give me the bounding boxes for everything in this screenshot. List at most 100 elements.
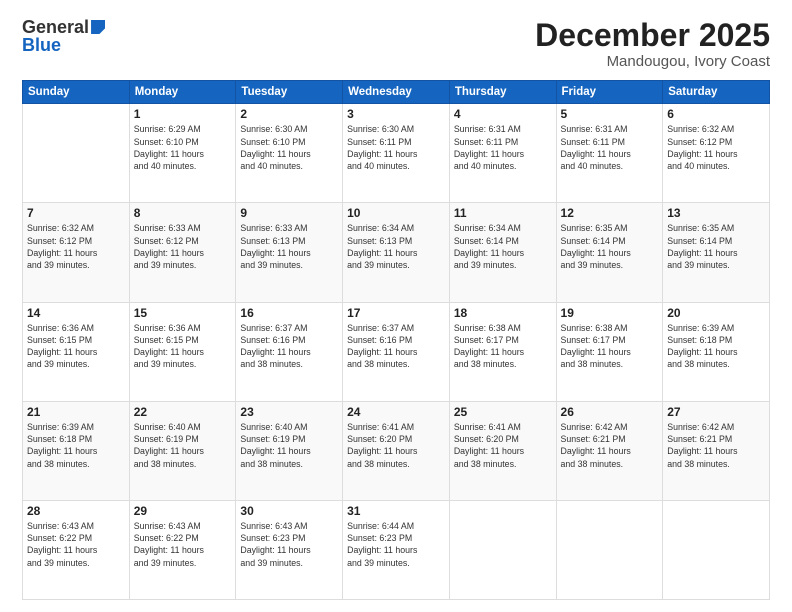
title-month: December 2025 (535, 18, 770, 53)
calendar-cell: 4Sunrise: 6:31 AM Sunset: 6:11 PM Daylig… (449, 104, 556, 203)
calendar-cell: 29Sunrise: 6:43 AM Sunset: 6:22 PM Dayli… (129, 500, 236, 599)
day-number: 1 (134, 107, 232, 121)
calendar-cell: 13 Sunrise: 6:35 AM Sunset: 6:14 PM Dayli… (663, 203, 770, 302)
calendar-cell: 30Sunrise: 6:43 AM Sunset: 6:23 PM Dayli… (236, 500, 343, 599)
day-info: Sunrise: 6:31 AM Sunset: 6:11 PM Dayligh… (454, 124, 524, 171)
day-info: Sunrise: 6:38 AM Sunset: 6:17 PM Dayligh… (561, 323, 631, 370)
calendar-week-1: 1 Sunrise: 6:29 AM Sunset: 6:10 PM Daylig… (23, 104, 770, 203)
day-info: Sunrise: 6:34 AM Sunset: 6:13 PM Dayligh… (347, 223, 417, 270)
day-number: 13 (667, 206, 765, 220)
day-info: Sunrise: 6:40 AM Sunset: 6:19 PM Dayligh… (240, 422, 310, 469)
calendar-cell: 12 Sunrise: 6:35 AM Sunset: 6:14 PM Dayli… (556, 203, 663, 302)
col-sunday: Sunday (23, 81, 130, 104)
day-number: 18 (454, 306, 552, 320)
day-info: Sunrise: 6:44 AM Sunset: 6:23 PM Dayligh… (347, 521, 417, 568)
day-number: 3 (347, 107, 445, 121)
day-info: Sunrise: 6:29 AM Sunset: 6:10 PM Dayligh… (134, 124, 204, 171)
day-info: Sunrise: 6:43 AM Sunset: 6:23 PM Dayligh… (240, 521, 310, 568)
day-number: 27 (667, 405, 765, 419)
page: General Blue December 2025 Mandougou, Iv… (0, 0, 792, 612)
calendar-week-5: 28 Sunrise: 6:43 AM Sunset: 6:22 PM Dayli… (23, 500, 770, 599)
day-number: 17 (347, 306, 445, 320)
calendar-cell: 2Sunrise: 6:30 AM Sunset: 6:10 PM Daylig… (236, 104, 343, 203)
calendar-cell: 25 Sunrise: 6:41 AM Sunset: 6:20 PM Dayli… (449, 401, 556, 500)
calendar-cell: 22 Sunrise: 6:40 AM Sunset: 6:19 PM Dayli… (129, 401, 236, 500)
calendar-cell: 6 Sunrise: 6:32 AM Sunset: 6:12 PM Daylig… (663, 104, 770, 203)
col-saturday: Saturday (663, 81, 770, 104)
logo-blue-text: Blue (22, 36, 61, 54)
calendar-cell: 31 Sunrise: 6:44 AM Sunset: 6:23 PM Dayli… (343, 500, 450, 599)
day-number: 10 (347, 206, 445, 220)
calendar-cell: 7 Sunrise: 6:32 AM Sunset: 6:12 PM Daylig… (23, 203, 130, 302)
header: General Blue December 2025 Mandougou, Iv… (22, 18, 770, 70)
calendar-cell: 8 Sunrise: 6:33 AM Sunset: 6:12 PM Daylig… (129, 203, 236, 302)
calendar-table: Sunday Monday Tuesday Wednesday Thursday… (22, 80, 770, 600)
title-block: December 2025 Mandougou, Ivory Coast (535, 18, 770, 70)
day-number: 24 (347, 405, 445, 419)
day-number: 28 (27, 504, 125, 518)
calendar-cell: 15 Sunrise: 6:36 AM Sunset: 6:15 PM Dayli… (129, 302, 236, 401)
calendar-cell: 5 Sunrise: 6:31 AM Sunset: 6:11 PM Daylig… (556, 104, 663, 203)
calendar-cell: 3 Sunrise: 6:30 AM Sunset: 6:11 PM Daylig… (343, 104, 450, 203)
col-wednesday: Wednesday (343, 81, 450, 104)
day-info: Sunrise: 6:41 AM Sunset: 6:20 PM Dayligh… (454, 422, 524, 469)
day-info: Sunrise: 6:35 AM Sunset: 6:14 PM Dayligh… (561, 223, 631, 270)
day-number: 9 (240, 206, 338, 220)
calendar-cell: 21Sunrise: 6:39 AM Sunset: 6:18 PM Dayli… (23, 401, 130, 500)
col-friday: Friday (556, 81, 663, 104)
day-number: 7 (27, 206, 125, 220)
day-number: 26 (561, 405, 659, 419)
logo-general-text: General (22, 18, 89, 36)
day-number: 19 (561, 306, 659, 320)
calendar-cell (449, 500, 556, 599)
logo: General Blue (22, 18, 105, 54)
calendar-cell: 19 Sunrise: 6:38 AM Sunset: 6:17 PM Dayli… (556, 302, 663, 401)
day-info: Sunrise: 6:33 AM Sunset: 6:13 PM Dayligh… (240, 223, 310, 270)
day-number: 23 (240, 405, 338, 419)
day-number: 14 (27, 306, 125, 320)
calendar-cell: 10 Sunrise: 6:34 AM Sunset: 6:13 PM Dayli… (343, 203, 450, 302)
day-info: Sunrise: 6:41 AM Sunset: 6:20 PM Dayligh… (347, 422, 417, 469)
col-monday: Monday (129, 81, 236, 104)
day-info: Sunrise: 6:38 AM Sunset: 6:17 PM Dayligh… (454, 323, 524, 370)
calendar-cell: 16Sunrise: 6:37 AM Sunset: 6:16 PM Dayli… (236, 302, 343, 401)
col-tuesday: Tuesday (236, 81, 343, 104)
day-info: Sunrise: 6:33 AM Sunset: 6:12 PM Dayligh… (134, 223, 204, 270)
day-info: Sunrise: 6:36 AM Sunset: 6:15 PM Dayligh… (27, 323, 97, 370)
day-info: Sunrise: 6:43 AM Sunset: 6:22 PM Dayligh… (134, 521, 204, 568)
day-number: 8 (134, 206, 232, 220)
calendar-cell: 18 Sunrise: 6:38 AM Sunset: 6:17 PM Dayli… (449, 302, 556, 401)
calendar-cell: 14 Sunrise: 6:36 AM Sunset: 6:15 PM Dayli… (23, 302, 130, 401)
day-info: Sunrise: 6:40 AM Sunset: 6:19 PM Dayligh… (134, 422, 204, 469)
calendar-week-4: 21Sunrise: 6:39 AM Sunset: 6:18 PM Dayli… (23, 401, 770, 500)
day-info: Sunrise: 6:32 AM Sunset: 6:12 PM Dayligh… (667, 124, 737, 171)
day-number: 25 (454, 405, 552, 419)
calendar-cell (663, 500, 770, 599)
day-number: 15 (134, 306, 232, 320)
calendar-cell: 11Sunrise: 6:34 AM Sunset: 6:14 PM Dayli… (449, 203, 556, 302)
day-info: Sunrise: 6:36 AM Sunset: 6:15 PM Dayligh… (134, 323, 204, 370)
calendar-week-3: 14 Sunrise: 6:36 AM Sunset: 6:15 PM Dayli… (23, 302, 770, 401)
day-number: 16 (240, 306, 338, 320)
day-number: 2 (240, 107, 338, 121)
day-number: 5 (561, 107, 659, 121)
day-number: 20 (667, 306, 765, 320)
day-number: 6 (667, 107, 765, 121)
day-number: 21 (27, 405, 125, 419)
title-location: Mandougou, Ivory Coast (535, 53, 770, 70)
calendar-cell: 24 Sunrise: 6:41 AM Sunset: 6:20 PM Dayli… (343, 401, 450, 500)
day-info: Sunrise: 6:31 AM Sunset: 6:11 PM Dayligh… (561, 124, 631, 171)
day-info: Sunrise: 6:42 AM Sunset: 6:21 PM Dayligh… (561, 422, 631, 469)
day-info: Sunrise: 6:30 AM Sunset: 6:11 PM Dayligh… (347, 124, 417, 171)
day-info: Sunrise: 6:34 AM Sunset: 6:14 PM Dayligh… (454, 223, 524, 270)
calendar-cell: 9 Sunrise: 6:33 AM Sunset: 6:13 PM Daylig… (236, 203, 343, 302)
day-info: Sunrise: 6:32 AM Sunset: 6:12 PM Dayligh… (27, 223, 97, 270)
calendar-cell (556, 500, 663, 599)
day-info: Sunrise: 6:35 AM Sunset: 6:14 PM Dayligh… (667, 223, 737, 270)
day-info: Sunrise: 6:42 AM Sunset: 6:21 PM Dayligh… (667, 422, 737, 469)
day-number: 12 (561, 206, 659, 220)
calendar-cell: 28 Sunrise: 6:43 AM Sunset: 6:22 PM Dayli… (23, 500, 130, 599)
day-number: 31 (347, 504, 445, 518)
day-number: 22 (134, 405, 232, 419)
day-info: Sunrise: 6:43 AM Sunset: 6:22 PM Dayligh… (27, 521, 97, 568)
